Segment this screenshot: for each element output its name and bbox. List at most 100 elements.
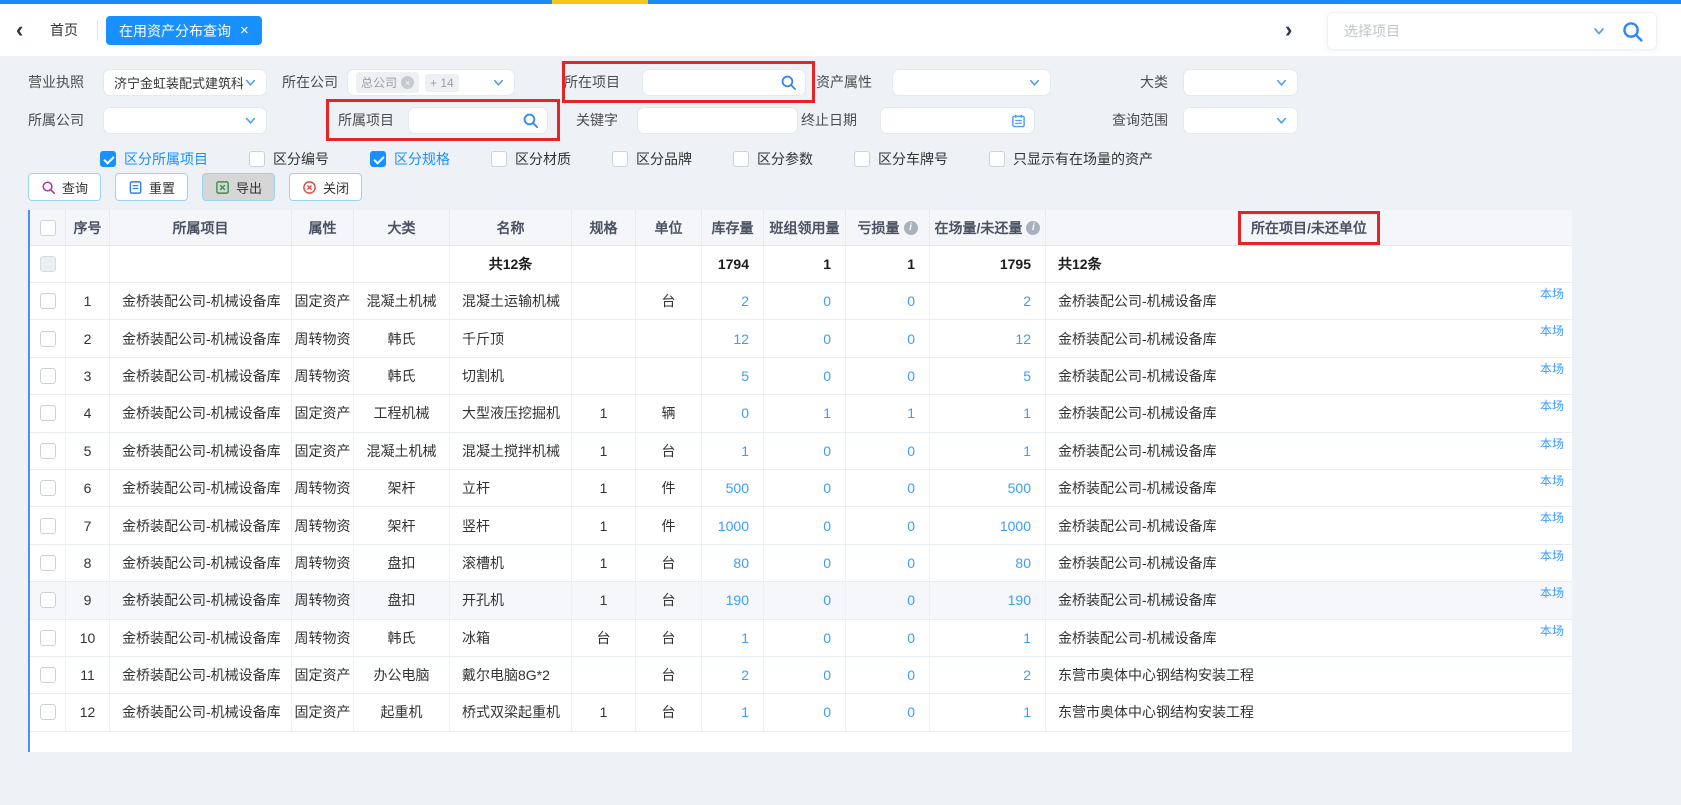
chevron-down-icon[interactable] — [243, 75, 258, 90]
onsite-link[interactable]: 本场 — [1540, 360, 1564, 377]
checkbox[interactable] — [733, 151, 749, 167]
cell-unit — [636, 358, 702, 394]
row-checkbox[interactable] — [40, 555, 56, 571]
calendar-icon[interactable] — [1011, 113, 1026, 128]
checkbox[interactable] — [249, 151, 265, 167]
summary-team: 1 — [764, 246, 846, 282]
filter-toggle[interactable]: 区分车牌号 — [854, 149, 948, 169]
row-checkbox[interactable] — [40, 518, 56, 534]
checkbox[interactable] — [989, 151, 1005, 167]
info-icon[interactable]: i — [1026, 221, 1040, 235]
row-checkbox[interactable] — [40, 592, 56, 608]
onsite-link[interactable]: 本场 — [1540, 584, 1564, 601]
cell-category: 办公电脑 — [354, 657, 450, 693]
cell-attr: 周转物资 — [292, 545, 354, 581]
chevron-down-icon[interactable] — [1274, 75, 1289, 90]
cell-spec — [572, 358, 636, 394]
table-row: 12 金桥装配公司-机械设备库 固定资产 起重机 桥式双梁起重机 1 台 1 0… — [30, 694, 1572, 731]
cell-loss: 0 — [846, 470, 930, 506]
row-checkbox[interactable] — [40, 704, 56, 720]
search-icon[interactable] — [1621, 20, 1644, 43]
onsite-link[interactable]: 本场 — [1540, 547, 1564, 564]
company-tag-label: 总公司 — [361, 74, 397, 91]
export-button[interactable]: 导出 — [202, 173, 275, 201]
major-category-select[interactable] — [1183, 69, 1298, 96]
owning-company-label: 所属公司 — [20, 107, 84, 134]
checkbox[interactable] — [612, 151, 628, 167]
table-footer-space — [30, 732, 1572, 752]
info-icon[interactable]: i — [904, 221, 918, 235]
end-date-input[interactable] — [880, 107, 1035, 134]
back-chevron-icon[interactable]: ‹ — [16, 16, 23, 44]
filter-toggle[interactable]: 区分规格 — [370, 149, 450, 169]
select-all-checkbox[interactable] — [40, 220, 56, 236]
cell-name: 大型液压挖掘机 — [450, 395, 572, 431]
checkbox[interactable] — [100, 151, 116, 167]
row-checkbox[interactable] — [40, 293, 56, 309]
onsite-link[interactable]: 本场 — [1540, 397, 1564, 414]
cell-team-use: 1 — [764, 395, 846, 431]
reset-button[interactable]: 重置 — [115, 173, 188, 201]
filter-toggle[interactable]: 只显示有在场量的资产 — [989, 149, 1153, 169]
filter-toggle[interactable]: 区分材质 — [491, 149, 571, 169]
major-category-label: 大类 — [1104, 69, 1168, 96]
toggle-label: 区分规格 — [394, 149, 450, 169]
tab-close-icon[interactable]: × — [240, 23, 249, 38]
chevron-down-icon[interactable] — [1591, 23, 1607, 39]
summary-stock: 1794 — [702, 246, 764, 282]
row-checkbox[interactable] — [40, 443, 56, 459]
close-button[interactable]: 关闭 — [289, 173, 362, 201]
row-checkbox[interactable] — [40, 405, 56, 421]
tab-home[interactable]: 首页 — [50, 19, 78, 41]
summary-loss: 1 — [846, 246, 930, 282]
row-checkbox[interactable] — [40, 331, 56, 347]
filter-toggle[interactable]: 区分所属项目 — [100, 149, 208, 169]
business-license-label: 营业执照 — [20, 69, 84, 96]
chevron-down-icon[interactable] — [1027, 75, 1042, 90]
onsite-link[interactable]: 本场 — [1540, 435, 1564, 452]
cell-loss: 0 — [846, 582, 930, 618]
onsite-link[interactable]: 本场 — [1540, 472, 1564, 489]
owning-company-select[interactable] — [103, 107, 267, 134]
chevron-down-icon[interactable] — [491, 75, 506, 90]
onsite-link[interactable]: 本场 — [1540, 622, 1564, 639]
query-scope-select[interactable] — [1183, 107, 1298, 134]
row-checkbox[interactable] — [40, 368, 56, 384]
asset-attribute-select[interactable] — [892, 69, 1051, 96]
cell-stock: 5 — [702, 358, 764, 394]
chevron-down-icon[interactable] — [243, 113, 258, 128]
project-picker[interactable]: 选择项目 — [1327, 12, 1657, 50]
located-project-search-input[interactable] — [642, 69, 806, 96]
onsite-link[interactable]: 本场 — [1540, 322, 1564, 339]
forward-chevron-icon[interactable]: › — [1285, 16, 1292, 44]
query-button[interactable]: 查询 — [28, 173, 101, 201]
filter-toggle[interactable]: 区分品牌 — [612, 149, 692, 169]
checkbox[interactable] — [491, 151, 507, 167]
chevron-down-icon[interactable] — [1274, 113, 1289, 128]
search-icon[interactable] — [780, 74, 797, 91]
company-tag-more[interactable]: + 14 — [425, 74, 459, 92]
cell-team-use: 0 — [764, 433, 846, 469]
onsite-link[interactable]: 本场 — [1540, 509, 1564, 526]
end-date-label: 终止日期 — [793, 107, 857, 134]
located-company-select[interactable]: 总公司 × + 14 — [347, 69, 515, 96]
cell-seq: 4 — [66, 395, 110, 431]
filter-toggle[interactable]: 区分参数 — [733, 149, 813, 169]
owning-project-search-input[interactable] — [408, 107, 548, 134]
cell-category: 架杆 — [354, 507, 450, 543]
onsite-link[interactable]: 本场 — [1540, 285, 1564, 302]
filter-toggle[interactable]: 区分编号 — [249, 149, 329, 169]
row-checkbox[interactable] — [40, 630, 56, 646]
company-tag[interactable]: 总公司 × — [356, 72, 419, 93]
tag-close-icon[interactable]: × — [401, 76, 414, 89]
row-checkbox[interactable] — [40, 480, 56, 496]
cell-name: 混凝土运输机械 — [450, 283, 572, 319]
tab-active-asset-query[interactable]: 在用资产分布查询 × — [106, 16, 262, 45]
keyword-input[interactable] — [637, 107, 798, 134]
cell-attr: 固定资产 — [292, 657, 354, 693]
row-checkbox[interactable] — [40, 667, 56, 683]
business-license-select[interactable]: 济宁金虹装配式建筑科技 — [103, 69, 267, 96]
checkbox[interactable] — [370, 151, 386, 167]
checkbox[interactable] — [854, 151, 870, 167]
search-icon[interactable] — [522, 112, 539, 129]
